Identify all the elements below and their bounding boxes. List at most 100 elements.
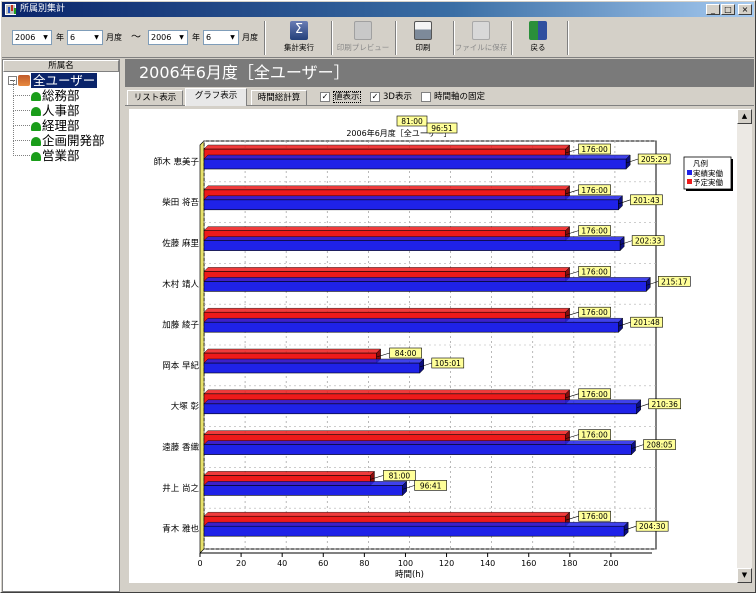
to-month-select[interactable]: 6 ▼	[203, 30, 239, 45]
button-label: 印刷	[415, 43, 431, 52]
to-year-select[interactable]: 2006 ▼	[148, 30, 188, 45]
planned-value-label: 84:00	[395, 349, 417, 358]
checkbox-label: 値表示	[333, 91, 361, 103]
printer-icon	[414, 21, 432, 40]
tab-time-total[interactable]: 時間総計算	[251, 90, 307, 105]
sigma-icon: Σ	[290, 21, 308, 40]
planned-value-label: 176:00	[581, 308, 608, 317]
planned-value-label: 81:00	[389, 471, 411, 480]
from-year-value: 2006	[15, 33, 36, 42]
month-label: 月度	[242, 33, 258, 42]
actual-value-label: 201:43	[633, 196, 660, 205]
show-values-checkbox[interactable]: ✓ 値表示	[320, 91, 361, 103]
planned-bar-top	[203, 144, 571, 150]
actual-value-label: 210:36	[651, 400, 678, 409]
toolbar: 2006 ▼ 年 6 ▼ 月度 ～ 2006 ▼ 年 6 ▼ 月度 Σ 集計実行 印刷プ…	[2, 18, 754, 58]
hours-bar-chart: 0 20 40 60 80 100 120 140 160 180 2002006年6月度［全ユーザ…	[154, 115, 733, 580]
actual-bar	[203, 525, 625, 537]
checkbox-label: 3D表示	[383, 92, 412, 102]
vertical-scrollbar[interactable]: ▲ ▼	[737, 109, 752, 583]
print-button[interactable]: 印刷	[395, 20, 451, 56]
title-bar[interactable]: 所属別集計 _ □ ×	[2, 2, 754, 17]
button-label: ファイルに保存	[454, 43, 508, 52]
save-file-button[interactable]: ファイルに保存	[453, 20, 509, 56]
category-label: 遠藤 香織	[162, 442, 199, 453]
actual-bar-top	[203, 236, 625, 241]
plot-side-wall	[199, 140, 205, 554]
planned-value-label: 176:00	[581, 512, 608, 521]
fix-time-axis-checkbox[interactable]: 時間軸の固定	[421, 91, 485, 103]
planned-value-label: 176:00	[581, 431, 608, 440]
actual-bar-top	[203, 481, 408, 486]
3d-view-checkbox[interactable]: ✓ 3D表示	[370, 91, 412, 103]
actual-bar-top	[203, 521, 629, 527]
button-label: 印刷プレビュー	[336, 43, 390, 52]
dropdown-arrow-icon[interactable]: ▼	[41, 32, 50, 43]
from-year-select[interactable]: 2006 ▼	[12, 30, 52, 45]
annotation-label: 81:00	[401, 117, 423, 126]
scroll-down-icon[interactable]: ▼	[737, 568, 752, 583]
legend-label-actual: 実績実働	[693, 168, 723, 178]
actual-bar-top	[203, 277, 651, 282]
department-icon	[31, 152, 41, 161]
tab-list-view[interactable]: リスト表示	[127, 90, 183, 105]
maximize-button[interactable]: □	[721, 4, 735, 15]
actual-bar-top	[203, 154, 631, 160]
department-tree-panel: 所属名 − 全ユーザー 総務部 人事部 経理部 企画開発部 営業部	[2, 59, 120, 592]
back-button[interactable]: 戻る	[510, 20, 566, 56]
actual-bar	[203, 362, 421, 374]
save-file-icon	[472, 21, 490, 40]
checkbox-box[interactable]	[421, 92, 431, 102]
toolbar-separator	[264, 21, 266, 55]
print-preview-button[interactable]: 印刷プレビュー	[335, 20, 391, 56]
actual-value-label: 105:01	[435, 359, 462, 368]
minimize-button[interactable]: _	[706, 4, 720, 15]
dropdown-arrow-icon[interactable]: ▼	[228, 32, 237, 43]
actual-bar	[203, 199, 619, 211]
category-label: 佐藤 麻里	[162, 238, 199, 249]
x-tick-label: 0	[197, 559, 202, 568]
dropdown-arrow-icon[interactable]: ▼	[177, 32, 186, 43]
to-year-value: 2006	[151, 33, 172, 42]
planned-bar-top	[203, 307, 571, 313]
tree-node-label: 人事部	[42, 103, 80, 118]
panel-splitter[interactable]	[121, 59, 125, 592]
tree-node-label: 企画開発部	[42, 133, 105, 148]
department-tree: − 全ユーザー 総務部 人事部 経理部 企画開発部 営業部	[3, 72, 119, 164]
department-icon	[31, 107, 41, 116]
from-month-select[interactable]: 6 ▼	[67, 30, 103, 45]
actual-value-label: 215:17	[661, 277, 688, 286]
actual-value-label: 205:29	[641, 155, 668, 164]
planned-value-label: 176:00	[581, 390, 608, 399]
close-button[interactable]: ×	[738, 4, 752, 15]
dropdown-arrow-icon[interactable]: ▼	[92, 32, 101, 43]
tree-node-department[interactable]: 営業部	[5, 140, 117, 163]
planned-bar-top	[203, 389, 571, 395]
checkbox-box[interactable]: ✓	[320, 92, 330, 102]
planned-value-label: 176:00	[581, 145, 608, 154]
print-preview-icon	[354, 21, 372, 40]
scroll-up-icon[interactable]: ▲	[737, 109, 752, 124]
actual-bar-top	[203, 440, 637, 445]
actual-value-label: 208:05	[646, 441, 673, 450]
actual-bar-top	[203, 317, 624, 323]
checkbox-label: 時間軸の固定	[434, 92, 486, 102]
x-tick-label: 80	[359, 559, 369, 568]
from-month-value: 6	[70, 33, 76, 42]
x-tick-label: 60	[318, 559, 328, 568]
legend-title: 凡例	[693, 158, 708, 168]
x-tick-label: 140	[480, 559, 495, 568]
planned-bar-top	[203, 471, 376, 476]
planned-bar-top	[203, 430, 571, 435]
tree-node-label: 営業部	[42, 148, 80, 163]
annotation-label: 96:51	[431, 124, 453, 133]
run-aggregate-button[interactable]: Σ 集計実行	[271, 20, 327, 56]
tab-graph-view[interactable]: グラフ表示	[185, 88, 247, 106]
button-label: 戻る	[530, 43, 546, 52]
category-label: 加藤 綾子	[162, 320, 199, 331]
actual-bar-top	[203, 399, 642, 405]
actual-bar-top	[203, 195, 624, 201]
x-tick-label: 100	[398, 559, 413, 568]
checkbox-box[interactable]: ✓	[370, 92, 380, 102]
horizontal-scrollbar[interactable]	[125, 583, 754, 591]
